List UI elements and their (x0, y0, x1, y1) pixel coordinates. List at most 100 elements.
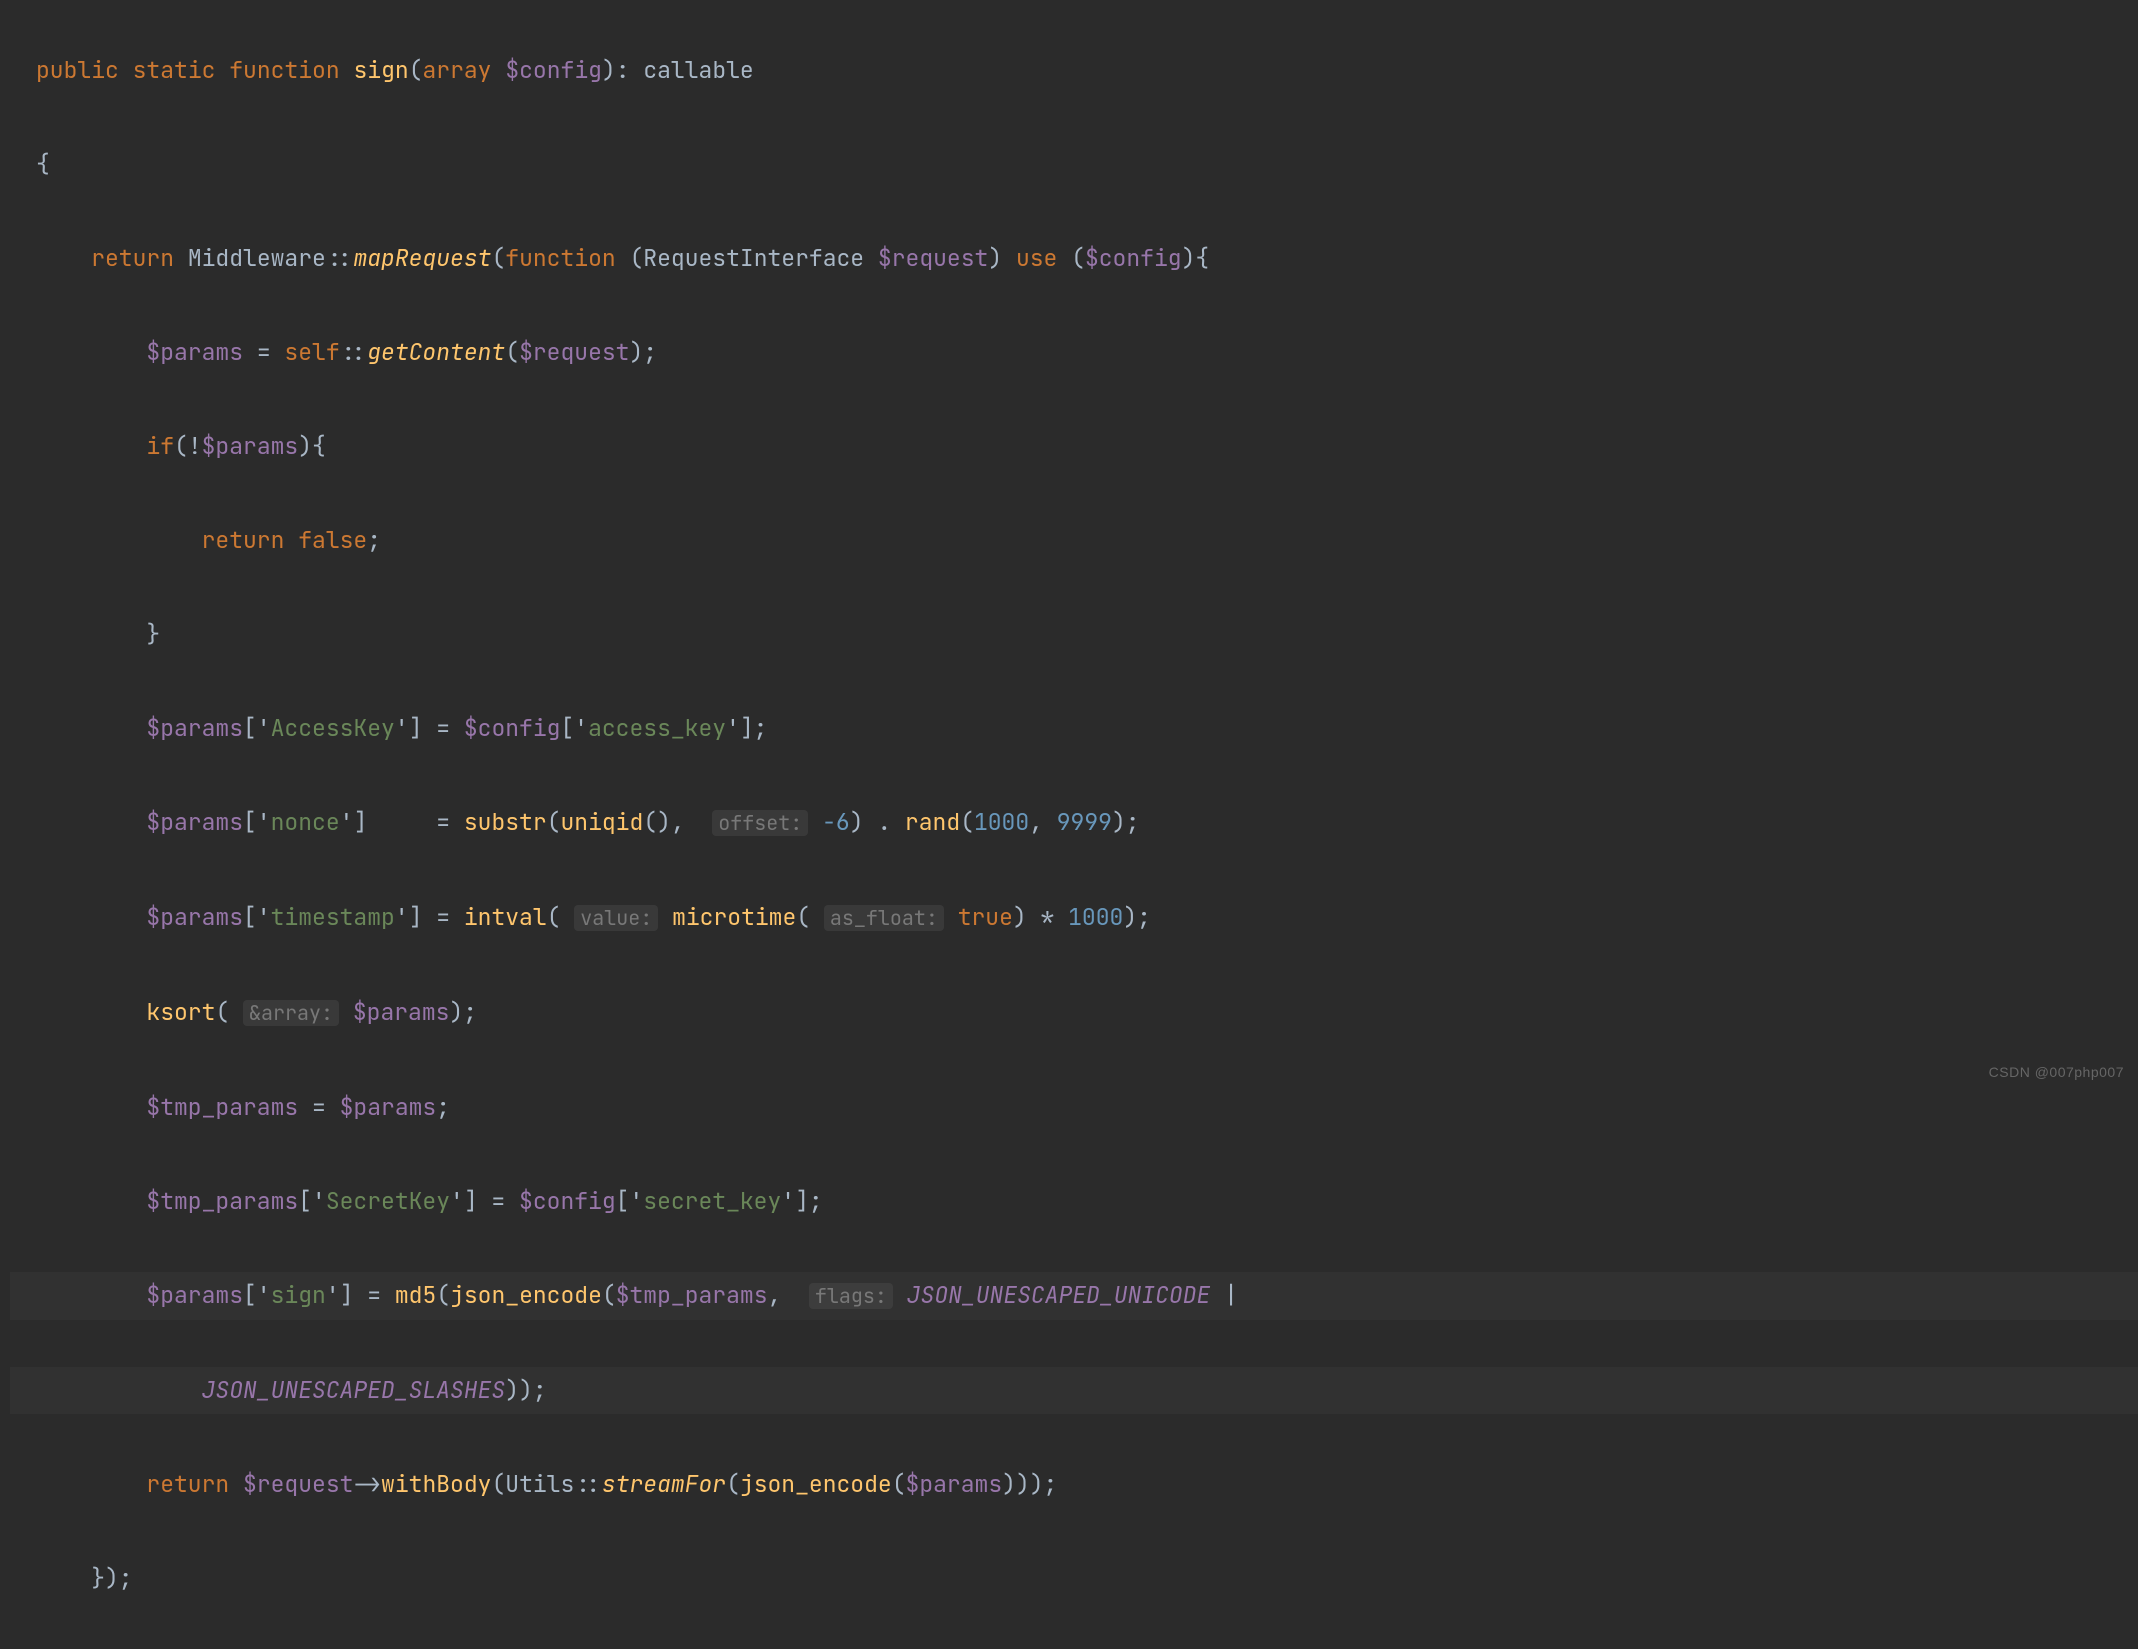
method-name: mapRequest (353, 243, 491, 273)
punct: (! (174, 431, 202, 461)
constant: JSON_UNESCAPED_SLASHES (202, 1375, 506, 1405)
punct: [' (243, 1280, 271, 1310)
string: nonce (271, 807, 340, 837)
function-call: json_encode (740, 1469, 892, 1499)
punct: ) (988, 243, 1016, 273)
brace: { (36, 149, 50, 179)
punct: '] = (326, 1280, 395, 1310)
arrow: -> (353, 1469, 381, 1499)
brace: } (146, 619, 160, 649)
keyword: false (298, 525, 367, 555)
punct: ( (726, 1469, 740, 1499)
variable: $params (146, 713, 243, 743)
string: SecretKey (326, 1186, 450, 1216)
punct: ){ (1182, 243, 1210, 273)
punct: [' (243, 902, 271, 932)
variable: $params (906, 1469, 1003, 1499)
param-hint: value: (574, 905, 658, 931)
punct: ) . (850, 807, 905, 837)
variable: $config (505, 55, 602, 85)
keyword: return (202, 525, 285, 555)
variable: $params (146, 902, 243, 932)
code-line: JSON_UNESCAPED_SLASHES)); (10, 1367, 2138, 1414)
punct: '] = (395, 713, 464, 743)
watermark: CSDN @007php007 (1989, 1049, 2124, 1096)
keyword: static (133, 55, 216, 85)
variable: $tmp_params (146, 1092, 298, 1122)
variable: $params (146, 807, 243, 837)
code-line: $params = self::getContent($request); (10, 329, 2138, 376)
variable: $tmp_params (146, 1186, 298, 1216)
keyword: array (422, 55, 491, 85)
punct: [' (616, 1186, 644, 1216)
punct: ); (1123, 902, 1151, 932)
function-call: rand (905, 807, 960, 837)
op: :: (574, 1469, 602, 1499)
punct: '] = (395, 902, 464, 932)
string: AccessKey (271, 713, 395, 743)
code-editor[interactable]: public static function sign(array $confi… (0, 0, 2138, 1649)
keyword: function (505, 243, 615, 273)
punct: ): (602, 55, 643, 85)
number: 1000 (974, 807, 1029, 837)
variable: $params (146, 1280, 243, 1310)
punct: ']; (781, 1186, 822, 1216)
punct: ); (629, 337, 657, 367)
punct: ); (449, 997, 477, 1027)
code-line: $params['AccessKey'] = $config['access_k… (10, 705, 2138, 752)
function-call: microtime (672, 902, 796, 932)
function-name: sign (353, 55, 408, 85)
punct: ( (436, 1280, 450, 1310)
variable: $config (464, 713, 561, 743)
param-hint: flags: (809, 1283, 893, 1309)
code-line: return false; (10, 517, 2138, 564)
punct: ; (436, 1092, 450, 1122)
param-hint: &array: (243, 1000, 339, 1026)
punct: '] = (340, 807, 464, 837)
code-line: if(!$params){ (10, 423, 2138, 470)
code-line: public static function sign(array $confi… (10, 47, 2138, 94)
punct: ( (491, 243, 505, 273)
punct: (), (643, 807, 712, 837)
punct: ( (491, 1469, 505, 1499)
string: timestamp (271, 902, 395, 932)
punct: ( (505, 337, 519, 367)
variable: $tmp_params (616, 1280, 768, 1310)
keyword: function (229, 55, 339, 85)
function-call: ksort (146, 997, 215, 1027)
keyword: if (146, 431, 174, 461)
punct: ( (602, 1280, 616, 1310)
op: | (1210, 1280, 1238, 1310)
punct: ; (367, 525, 381, 555)
keyword: true (958, 902, 1013, 932)
punct: [' (560, 713, 588, 743)
code-line: return $request->withBody(Utils::streamF… (10, 1461, 2138, 1508)
return-type: callable (643, 55, 753, 85)
string: access_key (588, 713, 726, 743)
punct: ( (1057, 243, 1085, 273)
keyword: return (146, 1469, 229, 1499)
punct: ']; (726, 713, 767, 743)
class-name: Middleware (188, 243, 326, 273)
punct: ( (409, 55, 423, 85)
code-line: $tmp_params['SecretKey'] = $config['secr… (10, 1178, 2138, 1225)
method-name: getContent (367, 337, 505, 367)
punct: ( (547, 807, 561, 837)
class-name: Utils (505, 1469, 574, 1499)
punct: ) * (1013, 902, 1068, 932)
string: secret_key (643, 1186, 781, 1216)
code-line: }); (10, 1555, 2138, 1602)
variable: $config (519, 1186, 616, 1216)
op: :: (340, 337, 368, 367)
keyword: self (284, 337, 339, 367)
function-call: intval (464, 902, 547, 932)
variable: $request (878, 243, 988, 273)
function-call: json_encode (450, 1280, 602, 1310)
op: :: (326, 243, 354, 273)
punct: ( (616, 243, 644, 273)
punct: ( (547, 902, 575, 932)
variable: $params (340, 1092, 437, 1122)
code-line: $tmp_params = $params; (10, 1084, 2138, 1131)
op: = (298, 1092, 339, 1122)
variable: $params (202, 431, 299, 461)
